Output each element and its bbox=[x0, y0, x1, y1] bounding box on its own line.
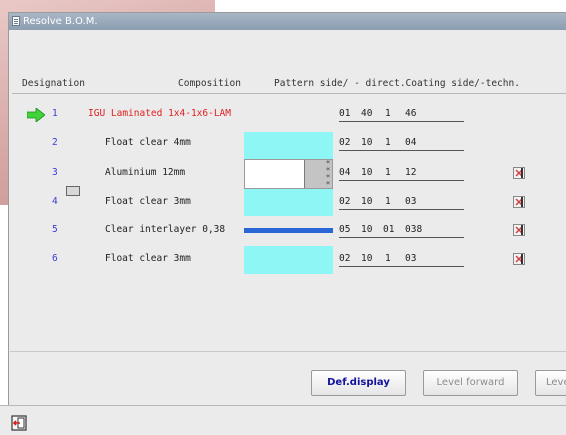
header-pattern: Pattern side/ - direct.Coating side/-tec… bbox=[274, 78, 520, 89]
code-1: 02 bbox=[339, 196, 351, 207]
row-name[interactable]: Float clear 3mm bbox=[105, 253, 191, 264]
table-row[interactable]: 6 Float clear 3mm 02 10 1 03 bbox=[10, 253, 566, 279]
code-3: 01 bbox=[383, 224, 395, 235]
code-4: 038 bbox=[405, 224, 423, 235]
code-4: 12 bbox=[405, 167, 417, 178]
header-divider bbox=[12, 93, 566, 94]
row-name[interactable]: Clear interlayer 0,38 bbox=[105, 224, 225, 235]
resolve-bom-window: Resolve B.O.M. Designation Composition P… bbox=[8, 12, 566, 406]
code-1: 04 bbox=[339, 167, 351, 178]
footer-divider bbox=[10, 351, 566, 352]
level-back-button[interactable]: Leve bbox=[535, 370, 566, 396]
code-3: 1 bbox=[385, 167, 391, 178]
document-icon bbox=[12, 16, 20, 26]
code-underline bbox=[339, 150, 464, 151]
code-underline bbox=[339, 180, 464, 181]
row-number: 4 bbox=[52, 196, 58, 207]
code-1: 05 bbox=[339, 224, 351, 235]
code-1: 01 bbox=[339, 108, 351, 119]
edit-icon[interactable] bbox=[513, 196, 525, 208]
code-1: 02 bbox=[339, 253, 351, 264]
row-number: 6 bbox=[52, 253, 58, 264]
code-2: 10 bbox=[361, 167, 373, 178]
row-number: 3 bbox=[52, 167, 58, 178]
row-number: 5 bbox=[52, 224, 58, 235]
code-1: 02 bbox=[339, 137, 351, 148]
code-2: 10 bbox=[361, 224, 373, 235]
code-underline bbox=[339, 266, 464, 267]
edit-icon[interactable] bbox=[513, 224, 525, 236]
header-designation: Designation bbox=[22, 78, 85, 89]
code-4: 46 bbox=[405, 108, 417, 119]
row-name[interactable]: Float clear 4mm bbox=[105, 137, 191, 148]
code-underline bbox=[339, 209, 464, 210]
code-3: 1 bbox=[385, 253, 391, 264]
code-3: 1 bbox=[385, 108, 391, 119]
table-row[interactable]: 4 Float clear 3mm 02 10 1 03 bbox=[10, 196, 566, 222]
row-number: 1 bbox=[52, 108, 58, 119]
row-name[interactable]: Float clear 3mm bbox=[105, 196, 191, 207]
window-titlebar[interactable]: Resolve B.O.M. bbox=[9, 13, 566, 30]
header-composition: Composition bbox=[178, 78, 241, 89]
code-2: 40 bbox=[361, 108, 373, 119]
code-4: 03 bbox=[405, 253, 417, 264]
edit-icon[interactable] bbox=[513, 167, 525, 179]
row-number: 2 bbox=[52, 137, 58, 148]
code-3: 1 bbox=[385, 196, 391, 207]
code-2: 10 bbox=[361, 196, 373, 207]
code-underline bbox=[339, 237, 464, 238]
window-title: Resolve B.O.M. bbox=[23, 16, 98, 27]
row-name[interactable]: Aluminium 12mm bbox=[105, 167, 185, 178]
table-row[interactable]: 1 IGU Laminated 1x4-1x6-LAM 01 40 1 46 bbox=[10, 108, 566, 196]
code-4: 03 bbox=[405, 196, 417, 207]
edit-icon[interactable] bbox=[513, 253, 525, 265]
bom-table: Designation Composition Pattern side/ - … bbox=[10, 31, 566, 367]
table-header: Designation Composition Pattern side/ - … bbox=[10, 78, 566, 92]
code-3: 1 bbox=[385, 137, 391, 148]
level-forward-button[interactable]: Level forward bbox=[423, 370, 518, 396]
row-name[interactable]: IGU Laminated 1x4-1x6-LAM bbox=[88, 108, 231, 119]
code-2: 10 bbox=[361, 253, 373, 264]
code-underline bbox=[339, 121, 464, 122]
exit-icon[interactable] bbox=[11, 415, 27, 431]
def-display-button[interactable]: Def.display bbox=[311, 370, 406, 396]
code-4: 04 bbox=[405, 137, 417, 148]
code-2: 10 bbox=[361, 137, 373, 148]
status-bar bbox=[0, 405, 566, 435]
